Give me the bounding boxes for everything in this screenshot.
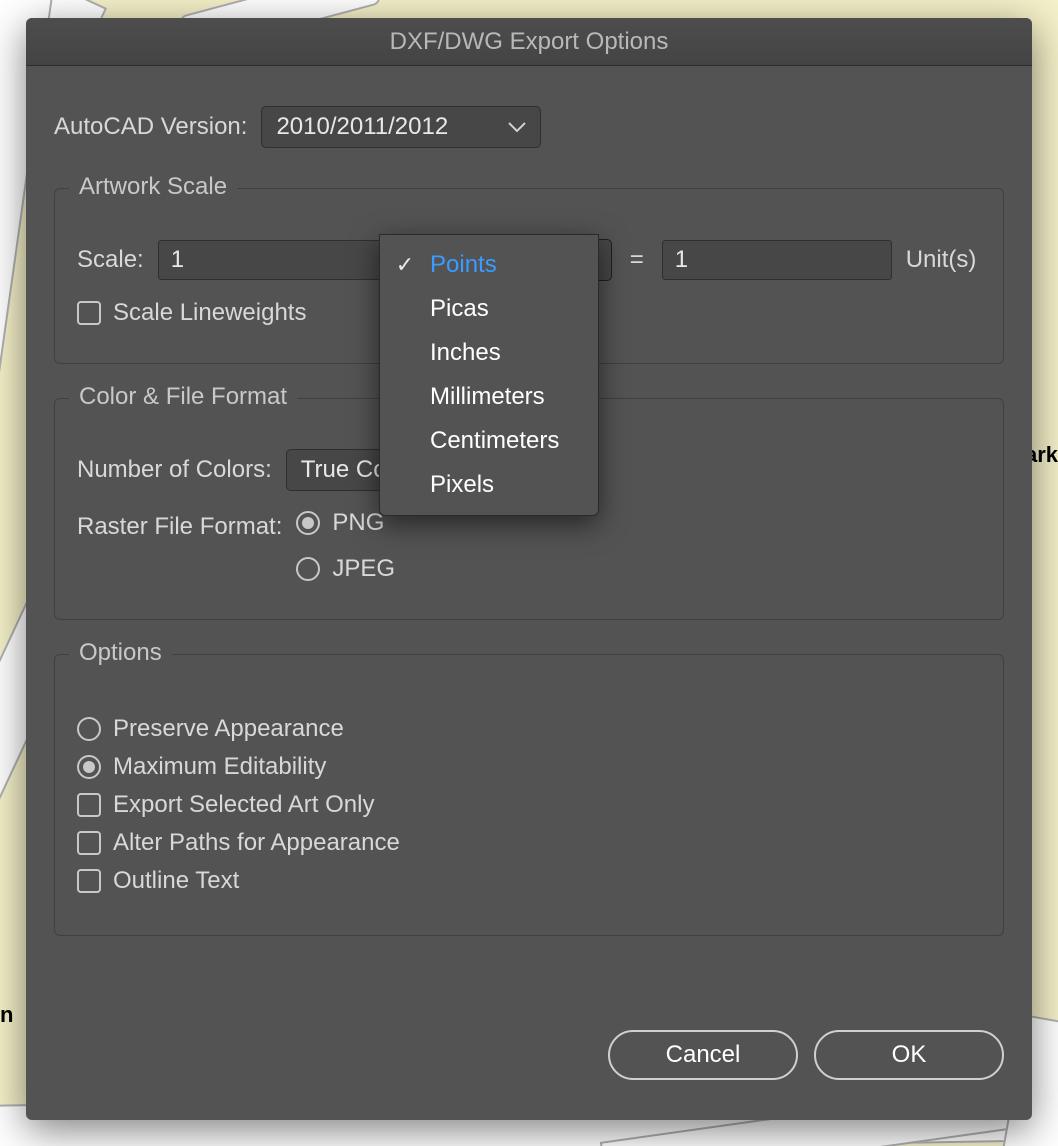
scale-input[interactable] [158,240,388,280]
units-option-picas[interactable]: Picas [380,287,598,331]
section-options: Options Preserve Appearance Maximum Edit… [54,654,1004,936]
scale-label: Scale: [77,246,144,274]
chevron-down-icon [508,121,526,133]
scale-result-input[interactable] [662,240,892,280]
raster-png-radio[interactable] [296,511,320,535]
bg-text-left: n [0,1002,13,1028]
units-option-inches[interactable]: Inches [380,331,598,375]
check-icon: ✓ [394,252,416,278]
autocad-version-dropdown[interactable]: 2010/2011/2012 [261,106,541,148]
dialog-title: DXF/DWG Export Options [26,18,1032,66]
scale-lineweights-checkbox[interactable] [77,301,101,325]
cancel-button[interactable]: Cancel [608,1030,798,1080]
export-selected-art-label: Export Selected Art Only [113,791,374,819]
autocad-version-value: 2010/2011/2012 [276,113,448,141]
number-of-colors-dropdown[interactable]: True Co [286,449,386,491]
equals-sign: = [626,246,648,274]
maximum-editability-label: Maximum Editability [113,753,326,781]
alter-paths-checkbox[interactable] [77,831,101,855]
number-of-colors-value: True Co [301,456,386,484]
raster-file-format-label: Raster File Format: [77,509,282,541]
autocad-version-label: AutoCAD Version: [54,113,247,141]
units-label: Unit(s) [906,246,977,274]
units-option-centimeters[interactable]: Centimeters [380,419,598,463]
units-option-millimeters[interactable]: Millimeters [380,375,598,419]
raster-jpeg-label: JPEG [332,555,395,583]
export-dialog: DXF/DWG Export Options AutoCAD Version: … [26,18,1032,1120]
ok-button[interactable]: OK [814,1030,1004,1080]
raster-png-label: PNG [332,509,384,537]
preserve-appearance-label: Preserve Appearance [113,715,344,743]
section-title-colorfile: Color & File Format [69,383,297,411]
section-artwork-scale: Artwork Scale Scale: Points = Unit(s) Sc… [54,188,1004,364]
section-title-options: Options [69,639,172,667]
section-title-artwork: Artwork Scale [69,173,237,201]
preserve-appearance-radio[interactable] [77,717,101,741]
number-of-colors-label: Number of Colors: [77,456,272,484]
export-selected-art-checkbox[interactable] [77,793,101,817]
units-option-points[interactable]: ✓ Points [380,243,598,287]
scale-lineweights-label: Scale Lineweights [113,299,306,327]
units-option-pixels[interactable]: Pixels [380,463,598,507]
units-dropdown-menu: ✓ Points Picas Inches Millimeters [379,234,599,516]
outline-text-label: Outline Text [113,867,239,895]
outline-text-checkbox[interactable] [77,869,101,893]
raster-jpeg-radio[interactable] [296,557,320,581]
alter-paths-label: Alter Paths for Appearance [113,829,400,857]
maximum-editability-radio[interactable] [77,755,101,779]
